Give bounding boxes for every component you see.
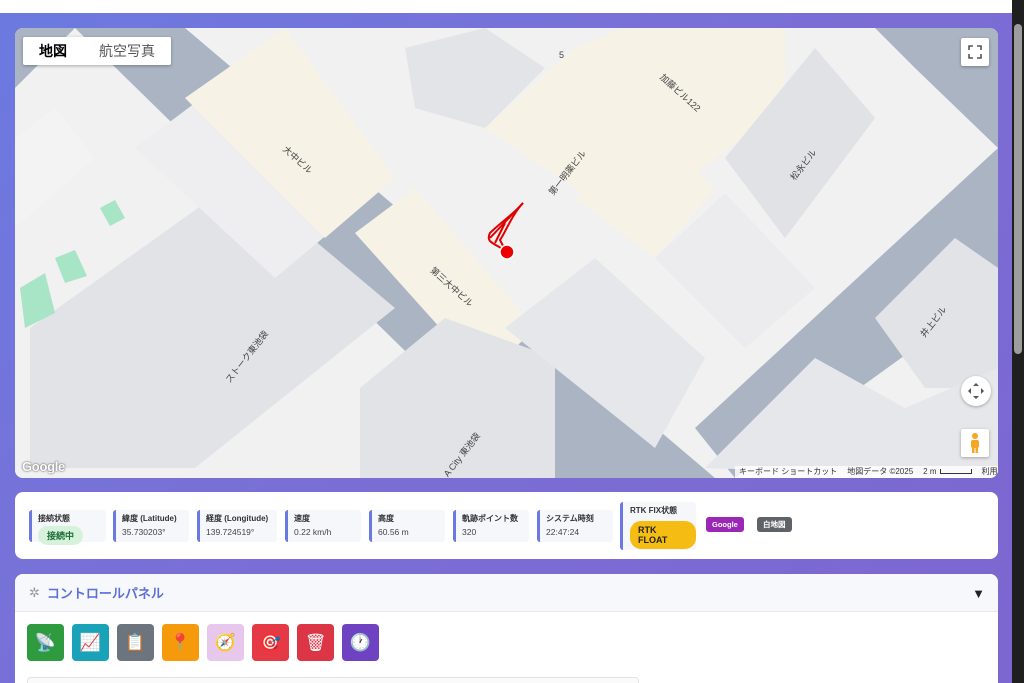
status-card-altitude: 高度 60.56 m xyxy=(369,510,445,542)
control-panel-title: コントロールパネル xyxy=(46,586,164,601)
gear-icon: ✲ xyxy=(29,584,40,600)
longitude-label: 経度 (Longitude) xyxy=(206,514,269,523)
status-panel: 接続状態 接続中 緯度 (Latitude) 35.730203° 経度 (Lo… xyxy=(15,492,998,559)
map-canvas[interactable] xyxy=(15,28,998,478)
scrollbar[interactable] xyxy=(1012,0,1024,683)
map-type-tab-map[interactable]: 地図 xyxy=(23,37,83,65)
control-subpanel xyxy=(27,677,639,683)
status-card-track-points: 軌跡ポイント数 320 xyxy=(453,510,529,542)
target-icon: 🎯 xyxy=(259,632,282,652)
target-button[interactable]: 🎯 xyxy=(252,624,289,661)
compass-icon: 🧭 xyxy=(214,632,237,652)
control-panel: ✲ コントロールパネル ▼ 📡 📈 📋 📍 🧭 🎯 🗑 🕐 xyxy=(15,574,998,683)
collapse-toggle-icon[interactable]: ▼ xyxy=(972,586,985,601)
trash-icon: 🗑 xyxy=(304,632,327,652)
white-map-button[interactable]: 白地図 xyxy=(757,517,792,532)
status-card-system-time: システム時刻 22:47:24 xyxy=(537,510,613,542)
longitude-value: 139.724519° xyxy=(206,527,255,537)
status-card-latitude: 緯度 (Latitude) 35.730203° xyxy=(113,510,189,542)
status-card-connection: 接続状態 接続中 xyxy=(29,510,106,545)
speed-value: 0.22 km/h xyxy=(294,527,332,537)
chart-icon: 📈 xyxy=(79,632,102,652)
latitude-value: 35.730203° xyxy=(122,527,166,537)
connection-label: 接続状態 xyxy=(38,514,70,523)
latitude-label: 緯度 (Latitude) xyxy=(122,514,177,523)
map-label-block-number: 5 xyxy=(559,50,565,60)
street-view-button[interactable] xyxy=(961,429,989,457)
pin-button[interactable]: 📍 xyxy=(162,624,199,661)
google-logo: Google xyxy=(22,459,65,474)
system-time-value: 22:47:24 xyxy=(546,527,580,537)
map-data-credit: 地図データ ©2025 xyxy=(847,467,914,476)
track-points-label: 軌跡ポイント数 xyxy=(462,514,518,523)
status-card-speed: 速度 0.22 km/h xyxy=(285,510,361,542)
speed-label: 速度 xyxy=(294,514,310,523)
pin-icon: 📍 xyxy=(169,632,192,652)
chart-button[interactable]: 📈 xyxy=(72,624,109,661)
satellite-icon: 📡 xyxy=(34,632,57,652)
browser-top-strip xyxy=(0,0,1012,13)
tool-button-row: 📡 📈 📋 📍 🧭 🎯 🗑 🕐 xyxy=(27,624,379,661)
clipboard-icon: 📋 xyxy=(124,632,147,652)
rtk-label: RTK FIX状態 xyxy=(630,506,678,515)
satellite-button[interactable]: 📡 xyxy=(27,624,64,661)
system-time-label: システム時刻 xyxy=(546,514,594,523)
clock-icon: 🕐 xyxy=(349,632,372,652)
rtk-status-badge: RTK FLOAT xyxy=(630,521,696,549)
map-attribution: キーボード ショートカット 地図データ ©2025 2 m 利用規約 xyxy=(735,466,998,478)
fullscreen-icon xyxy=(968,45,982,59)
status-card-rtk: RTK FIX状態 RTK FLOAT xyxy=(620,502,696,550)
google-map-button[interactable]: Google xyxy=(706,517,744,532)
track-points-value: 320 xyxy=(462,527,477,537)
map-view[interactable]: 5 加藤ビル122 第一明薬ビル 松永ビル 大中ビル 第三大中ビル ストーク東池… xyxy=(15,28,998,478)
terms-link[interactable]: 利用規約 xyxy=(982,466,999,478)
pegman-icon xyxy=(971,433,979,453)
keyboard-shortcuts-link[interactable]: キーボード ショートカット xyxy=(739,466,837,478)
clock-button[interactable]: 🕐 xyxy=(342,624,379,661)
fullscreen-button[interactable] xyxy=(961,38,989,66)
compass-button[interactable]: 🧭 xyxy=(207,624,244,661)
altitude-label: 高度 xyxy=(378,514,394,523)
map-type-control: 地図 航空写真 xyxy=(23,37,171,65)
camera-control-button[interactable] xyxy=(961,376,991,406)
altitude-value: 60.56 m xyxy=(378,527,409,537)
scrollbar-thumb[interactable] xyxy=(1014,24,1022,354)
trash-button[interactable]: 🗑 xyxy=(297,624,334,661)
map-type-tab-satellite[interactable]: 航空写真 xyxy=(83,37,171,65)
scale-bar xyxy=(939,469,972,475)
status-card-longitude: 経度 (Longitude) 139.724519° xyxy=(197,510,277,542)
control-panel-header[interactable]: ✲ コントロールパネル ▼ xyxy=(15,574,998,612)
current-position-marker xyxy=(499,244,515,260)
camera-control-icon xyxy=(968,383,984,399)
connection-badge: 接続中 xyxy=(38,526,84,545)
clipboard-button[interactable]: 📋 xyxy=(117,624,154,661)
map-scale[interactable]: 2 m xyxy=(923,466,972,478)
